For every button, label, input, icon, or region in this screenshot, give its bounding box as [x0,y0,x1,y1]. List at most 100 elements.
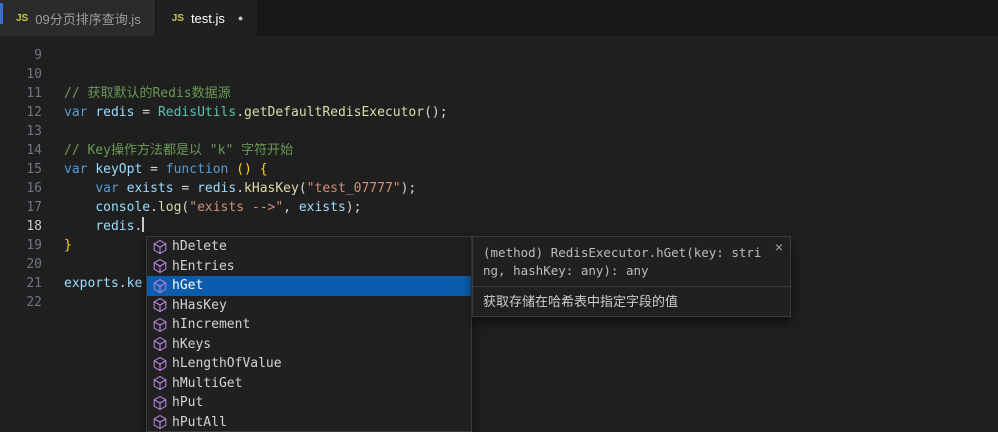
line-code: var exists = redis.kHasKey("test_07777")… [42,179,416,198]
code-token: . [118,276,127,291]
line-number[interactable]: 17 [0,198,42,217]
doc-signature: (method) RedisExecutor.hGet(key: string,… [483,245,762,278]
method-symbol-icon [152,258,168,274]
code-token: getDefaultRedisExecutor [244,105,425,120]
code-token: var [64,105,88,120]
code-line[interactable]: 17 console.log("exists -->", exists); [0,198,998,217]
code-token: exists [126,181,174,196]
suggest-item[interactable]: hEntries [147,257,471,277]
line-number[interactable]: 15 [0,160,42,179]
suggest-item[interactable]: hDelete [147,237,471,257]
line-number[interactable]: 21 [0,274,42,293]
line-code: // Key操作方法都是以 "k" 字符开始 [42,141,293,160]
code-line[interactable]: 10 [0,65,998,84]
line-number[interactable]: 10 [0,65,42,84]
line-number[interactable]: 9 [0,46,42,65]
code-line[interactable]: 15 var keyOpt = function () { [0,160,998,179]
code-token: } [64,238,72,253]
method-symbol-icon [152,297,168,313]
tab-bar: JS 09分页排序查询.js JS test.js ● [0,0,998,36]
code-line[interactable]: 16 var exists = redis.kHasKey("test_0777… [0,179,998,198]
suggest-label: hPut [172,395,204,411]
code-token: . [150,200,158,215]
code-token: ); [345,200,362,215]
suggest-item[interactable]: hPut [147,393,471,413]
code-token: log [157,200,182,215]
modified-dot-icon[interactable]: ● [238,13,243,23]
suggest-item[interactable]: hPutAll [147,413,471,432]
code-line[interactable]: 12 var redis = RedisUtils.getDefaultRedi… [0,103,998,122]
method-symbol-icon [152,375,168,391]
suggest-item[interactable]: hIncrement [147,315,471,335]
code-token: var [95,181,119,196]
code-line[interactable]: 14 // Key操作方法都是以 "k" 字符开始 [0,141,998,160]
line-number[interactable]: 16 [0,179,42,198]
code-token: = [134,105,158,120]
code-line[interactable]: 9 [0,46,998,65]
code-token: = [173,181,198,196]
suggest-item[interactable]: hLengthOfValue [147,354,471,374]
js-file-icon: JS [16,12,29,24]
code-line[interactable]: 18 redis. [0,217,998,236]
suggest-list[interactable]: hDelete hEntries hGet hHasKey hIncrement… [147,237,471,432]
code-token: var [64,162,88,177]
suggest-label: hLengthOfValue [172,356,282,372]
line-code [42,46,64,65]
code-token: // Key操作方法都是以 "k" 字符开始 [64,143,294,158]
window-accent-mark [0,3,3,24]
tab-paging-sort-query[interactable]: JS 09分页排序查询.js [0,0,156,36]
doc-description: 获取存储在哈希表中指定字段的值 [483,294,679,309]
code-token: redis [197,181,237,196]
code-token: keyOpt [95,162,143,177]
suggest-item[interactable]: hMultiGet [147,374,471,394]
line-number[interactable]: 12 [0,103,42,122]
tab-label: 09分页排序查询.js [35,11,141,27]
method-symbol-icon [152,336,168,352]
line-number[interactable]: 19 [0,236,42,255]
code-token: console [95,200,151,215]
code-token: . [134,219,143,234]
text-cursor [142,217,144,232]
code-token: redis [95,219,135,234]
method-symbol-icon [152,395,168,411]
code-token: // 获取默认的Redis数据源 [64,86,231,101]
vscode-window: JS 09分页排序查询.js JS test.js ● 9 10 11 // 获… [0,0,998,432]
close-icon[interactable]: × [775,239,783,255]
line-number[interactable]: 13 [0,122,42,141]
tab-test-js[interactable]: JS test.js ● [155,0,259,36]
code-line[interactable]: 13 [0,122,998,141]
code-token: ); [400,181,417,196]
line-number[interactable]: 22 [0,293,42,312]
code-token: RedisUtils [157,105,237,120]
suggest-label: hMultiGet [172,375,243,391]
code-line[interactable]: 11 // 获取默认的Redis数据源 [0,84,998,103]
code-token: . [236,181,245,196]
line-code: console.log("exists -->", exists); [42,198,361,217]
line-number[interactable]: 20 [0,255,42,274]
code-token: exports [64,276,119,291]
line-code: var keyOpt = function () { [42,160,268,179]
code-token: ke [126,276,143,291]
line-number[interactable]: 11 [0,84,42,103]
line-code [42,293,64,312]
method-symbol-icon [152,278,168,294]
suggest-item[interactable]: hGet [147,276,471,296]
suggest-item[interactable]: hHasKey [147,296,471,316]
suggest-label: hDelete [172,239,227,255]
code-token: . [236,105,245,120]
method-symbol-icon [152,239,168,255]
code-token: ( [298,181,307,196]
code-token: "test_07777" [306,181,401,196]
code-token: = [142,162,166,177]
suggest-label: hEntries [172,258,235,274]
line-number[interactable]: 18 [0,217,42,236]
code-token: (); [424,105,448,120]
suggest-item[interactable]: hKeys [147,335,471,355]
line-number[interactable]: 14 [0,141,42,160]
method-symbol-icon [152,356,168,372]
code-token: function [165,162,229,177]
method-symbol-icon [152,317,168,333]
